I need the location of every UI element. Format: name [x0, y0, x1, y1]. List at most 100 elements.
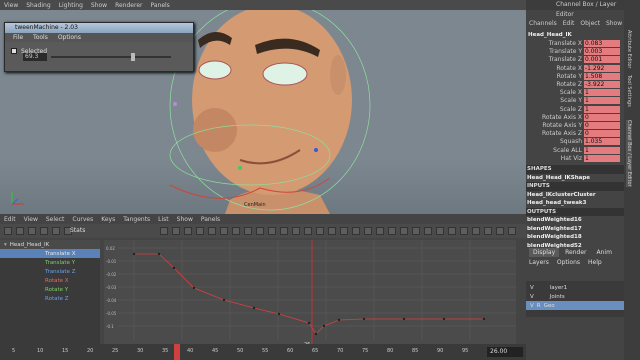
attribute-value[interactable]: 1	[584, 89, 620, 97]
graph-channel-row[interactable]: Translate Y	[0, 258, 100, 267]
graph-menu-item[interactable]: Keys	[101, 216, 115, 223]
tangent-tool-icon[interactable]	[316, 227, 324, 235]
tangent-tool-icon[interactable]	[508, 227, 516, 235]
tab-display[interactable]: Display	[529, 248, 560, 257]
graph-menu-item[interactable]: Select	[46, 216, 65, 223]
tangent-tool-icon[interactable]	[280, 227, 288, 235]
tangent-tool-icon[interactable]	[268, 227, 276, 235]
keyframe[interactable]	[402, 317, 406, 321]
cb-menu-object[interactable]: Object	[580, 20, 600, 29]
graph-menu-item[interactable]: Curves	[72, 216, 93, 223]
attribute-row[interactable]: Scale Y1	[526, 97, 624, 105]
attribute-value[interactable]: 0	[584, 130, 620, 138]
graph-menu-item[interactable]: Show	[177, 216, 193, 223]
tangent-tool-icon[interactable]	[304, 227, 312, 235]
tangent-tool-icon[interactable]	[196, 227, 204, 235]
attribute-value[interactable]: 1	[584, 154, 620, 162]
tangent-tool-icon[interactable]	[400, 227, 408, 235]
tab-render[interactable]: Render	[561, 248, 590, 257]
layer-menu-layers[interactable]: Layers	[529, 259, 549, 266]
output-node[interactable]: blendWeighted18	[526, 233, 624, 242]
attribute-row[interactable]: Scale X1	[526, 89, 624, 97]
attribute-value[interactable]: 0	[584, 121, 620, 129]
tangent-tool-icon[interactable]	[232, 227, 240, 235]
input-node[interactable]: Head_IKclusterCluster	[526, 191, 624, 200]
reference-toggle[interactable]: R	[537, 303, 541, 309]
tangent-tool-icon[interactable]	[352, 227, 360, 235]
tangent-tool-icon[interactable]	[184, 227, 192, 235]
viewport-menu-item[interactable]: Panels	[150, 2, 169, 9]
tangent-tool-icon[interactable]	[376, 227, 384, 235]
keyframe[interactable]	[322, 324, 326, 328]
attribute-row[interactable]: Rotate Axis Y0	[526, 121, 624, 129]
attribute-row[interactable]: Translate Y 0.003	[526, 48, 624, 56]
tangent-tool-icon[interactable]	[256, 227, 264, 235]
cb-node-name[interactable]: Head_Head_IK	[526, 31, 624, 40]
shape-node[interactable]: Head_Head_IKShape	[526, 174, 624, 183]
attribute-row[interactable]: Rotate X -1.292	[526, 64, 624, 72]
graph-menu-item[interactable]: List	[158, 216, 169, 223]
viewport-menu-item[interactable]: Renderer	[115, 2, 142, 9]
graph-menu-item[interactable]: View	[24, 216, 38, 223]
graph-channel-row[interactable]: Rotate Z	[0, 294, 100, 303]
tangent-tool-icon[interactable]	[328, 227, 336, 235]
attribute-value[interactable]: 1	[584, 105, 620, 113]
attribute-value[interactable]: -1.292	[584, 64, 620, 72]
attribute-row[interactable]: Rotate Y 1.508	[526, 72, 624, 80]
tangent-tool-icon[interactable]	[388, 227, 396, 235]
layer-row[interactable]: Vlayer1	[526, 283, 624, 292]
tween-value-field[interactable]: 69.3	[23, 53, 47, 61]
graph-plot[interactable]: 0.02-0.01-0.02-0.03-0.04-0.05-0.18162432…	[104, 240, 516, 350]
tween-slider-handle[interactable]	[131, 53, 135, 61]
attribute-value[interactable]: 0.083	[584, 40, 620, 48]
keyframe[interactable]	[132, 252, 136, 256]
cb-menu-show[interactable]: Show	[606, 20, 622, 29]
attribute-value[interactable]: 1.508	[584, 72, 620, 80]
attribute-row[interactable]: Rotate Axis X0	[526, 113, 624, 121]
attribute-row[interactable]: Scale ALL 1	[526, 146, 624, 154]
graph-tool-icon[interactable]	[28, 227, 36, 235]
tween-slider[interactable]	[51, 53, 171, 61]
graph-tool-icon[interactable]	[40, 227, 48, 235]
tween-menu-tools[interactable]: Tools	[33, 34, 48, 41]
graph-menu-item[interactable]: Edit	[4, 216, 16, 223]
tangent-tool-icon[interactable]	[412, 227, 420, 235]
attribute-value[interactable]: 0	[584, 113, 620, 121]
keyframe[interactable]	[362, 317, 366, 321]
tangent-tool-icon[interactable]	[448, 227, 456, 235]
keyframe[interactable]	[482, 317, 486, 321]
tweenmachine-window[interactable]: tweenMachine - 2.03 File Tools Options S…	[4, 22, 194, 72]
timeline-playhead[interactable]	[174, 344, 180, 360]
attribute-row[interactable]: Squash 1.035	[526, 138, 624, 146]
tangent-tool-icon[interactable]	[424, 227, 432, 235]
tangent-tool-icon[interactable]	[460, 227, 468, 235]
input-node[interactable]: Head_head_tweak3	[526, 199, 624, 208]
attribute-value[interactable]: 0.003	[584, 48, 620, 56]
keyframe[interactable]	[222, 298, 226, 302]
visibility-toggle[interactable]: V	[530, 303, 534, 309]
graph-tool-icon[interactable]	[52, 227, 60, 235]
output-node[interactable]: blendWeighted16	[526, 216, 624, 225]
tangent-tool-icon[interactable]	[340, 227, 348, 235]
attribute-row[interactable]: Hat Viz 1	[526, 154, 624, 162]
viewport-menu-item[interactable]: Show	[91, 2, 107, 9]
attribute-row[interactable]: Rotate Axis Z0	[526, 130, 624, 138]
graph-menu-item[interactable]: Tangents	[123, 216, 150, 223]
keyframe[interactable]	[192, 286, 196, 290]
output-node[interactable]: blendWeighted17	[526, 225, 624, 234]
tab-tool-settings[interactable]: Tool Settings	[626, 75, 632, 107]
timeline[interactable]: 5 10 15 20 25 30 35 40 45 50 55 60 65 70 75 80 85 90 95 26…	[0, 344, 526, 360]
tween-menu-options[interactable]: Options	[58, 34, 81, 41]
attribute-row[interactable]: Scale Z1	[526, 105, 624, 113]
graph-tool-icon[interactable]	[4, 227, 12, 235]
keyframe[interactable]	[172, 266, 176, 270]
current-frame-field[interactable]: 26.00	[487, 347, 523, 357]
tangent-tool-icon[interactable]	[472, 227, 480, 235]
visibility-toggle[interactable]: V	[530, 285, 534, 291]
graph-channel-row[interactable]: Rotate Y	[0, 285, 100, 294]
viewport-menu-item[interactable]: View	[4, 2, 18, 9]
keyframe[interactable]	[277, 312, 281, 316]
attribute-value[interactable]: 0.001	[584, 56, 620, 64]
keyframe[interactable]	[442, 317, 446, 321]
keyframe[interactable]	[337, 318, 341, 322]
